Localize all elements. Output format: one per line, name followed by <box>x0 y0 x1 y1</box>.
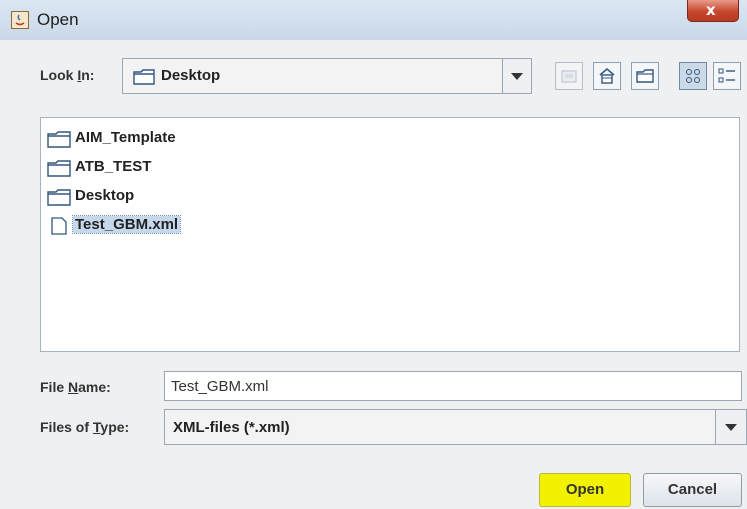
new-folder-icon <box>636 69 654 83</box>
file-icon <box>51 217 67 235</box>
details-view-icon <box>718 68 735 83</box>
close-icon: x <box>706 1 716 19</box>
home-button[interactable] <box>593 62 621 90</box>
files-of-type-label: Files of Type: <box>40 419 130 435</box>
look-in-value: Desktop <box>161 67 221 84</box>
files-of-type-value: XML-files (*.xml) <box>173 419 290 436</box>
window-title: Open <box>37 10 79 29</box>
file-name-field-label: File Name: <box>40 379 111 395</box>
details-view-button[interactable] <box>713 62 741 90</box>
folder-icon <box>47 189 71 206</box>
files-of-type-dropdown-button[interactable] <box>715 410 746 444</box>
files-of-type-combo[interactable]: XML-files (*.xml) <box>164 409 747 445</box>
file-name-label: Desktop <box>75 187 135 204</box>
java-app-icon <box>11 11 29 29</box>
file-name-label: Test_GBM.xml <box>71 215 182 234</box>
file-name-input[interactable] <box>164 371 742 401</box>
up-one-level-button[interactable] <box>555 62 583 90</box>
home-icon <box>599 68 615 84</box>
file-name-label: AIM_Template <box>75 129 176 146</box>
folder-icon <box>133 69 155 85</box>
look-in-label: Look In: <box>40 67 95 83</box>
new-folder-button[interactable] <box>631 62 659 90</box>
list-view-button[interactable] <box>679 62 707 90</box>
folder-icon <box>47 160 71 177</box>
title-bar[interactable]: Open x <box>0 0 747 40</box>
file-name-label: ATB_TEST <box>75 158 152 175</box>
cancel-button[interactable]: Cancel <box>643 473 742 507</box>
file-list[interactable]: AIM_Template ATB_TEST Desktop Test_GBM.x… <box>40 117 740 352</box>
look-in-combo[interactable]: Desktop <box>122 58 532 94</box>
folder-icon <box>47 131 71 148</box>
up-one-level-icon <box>561 70 577 83</box>
close-button[interactable]: x <box>687 0 739 22</box>
open-dialog: Open x Look In: Desktop AIM_Template ATB… <box>0 0 747 509</box>
list-view-icon <box>686 69 700 83</box>
open-button[interactable]: Open <box>539 473 631 507</box>
look-in-dropdown-button[interactable] <box>502 59 531 93</box>
